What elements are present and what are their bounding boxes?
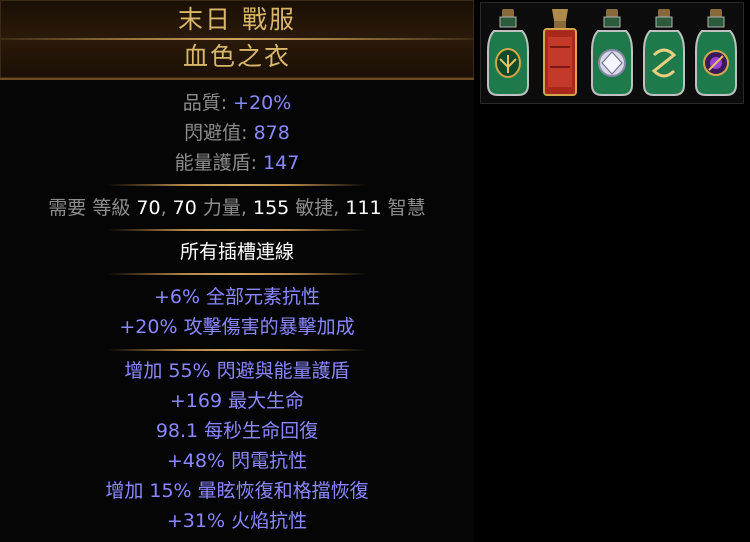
item-tooltip: 末日 戰服 血色之衣 品質: +20% 閃避值: 878 能量護盾: 147 需… [0, 0, 474, 542]
section-divider [107, 273, 367, 275]
explicit-mod: +48% 閃電抗性 [166, 450, 308, 472]
green-diamond-flask-icon[interactable] [588, 7, 636, 99]
explicit-mods: 增加 55% 閃避與能量護盾 +169 最大生命 98.1 每秒生命回復 +48… [0, 356, 474, 536]
explicit-mod: 增加 55% 閃避與能量護盾 [124, 360, 350, 382]
property-label: 品質: [182, 92, 234, 114]
item-requirements: 需要 等級 70, 70 力量, 155 敏捷, 111 智慧 [0, 193, 474, 223]
requirement-str-label: 力量, [196, 197, 253, 219]
item-header: 末日 戰服 血色之衣 [0, 0, 474, 80]
section-divider [107, 229, 367, 231]
requirement-int-label: 智慧 [381, 197, 426, 219]
item-base-name: 血色之衣 [182, 42, 291, 71]
green-swirl-flask-icon[interactable] [640, 7, 688, 99]
property-value: 147 [263, 152, 300, 174]
requirements-prefix: 需要 [48, 197, 93, 219]
requirement-int-value: 111 [345, 197, 382, 219]
requirement-dex-label: 敏捷, [289, 197, 346, 219]
property-value: +20% [233, 92, 292, 114]
item-properties: 品質: +20% 閃避值: 878 能量護盾: 147 [0, 88, 474, 178]
green-purple-gem-flask-icon[interactable] [692, 7, 740, 99]
explicit-mod: +31% 火焰抗性 [166, 510, 308, 532]
flask-belt [480, 2, 744, 104]
sockets-section: 所有插槽連線 [0, 237, 474, 267]
explicit-mod: 增加 15% 暈眩恢復和格擋恢復 [105, 480, 369, 502]
sockets-text: 所有插槽連線 [179, 241, 294, 263]
requirement-dex-value: 155 [252, 197, 290, 219]
implicit-mod: +6% 全部元素抗性 [153, 286, 321, 308]
requirements-row: 需要 等級 70, 70 力量, 155 敏捷, 111 智慧 [0, 193, 474, 223]
implicit-mods: +6% 全部元素抗性 +20% 攻擊傷害的暴擊加成 [0, 282, 474, 342]
section-divider [107, 184, 367, 186]
requirement-level-value: 70 [136, 197, 161, 219]
implicit-mod: +20% 攻擊傷害的暴擊加成 [119, 316, 355, 338]
requirement-str-value: 70 [172, 197, 197, 219]
property-label: 能量護盾: [174, 152, 264, 174]
explicit-mod: 98.1 每秒生命回復 [155, 420, 319, 442]
property-energy-shield: 能量護盾: 147 [0, 148, 474, 178]
property-value: 878 [253, 122, 290, 144]
explicit-mod: +169 最大生命 [169, 390, 305, 412]
property-quality: 品質: +20% [0, 88, 474, 118]
requirement-separator: , [160, 197, 173, 219]
property-label: 閃避值: [184, 122, 254, 144]
red-rectangular-flask-icon[interactable] [536, 7, 584, 99]
requirement-level-label: 等級 [92, 197, 137, 219]
property-evasion: 閃避值: 878 [0, 118, 474, 148]
item-name-line1: 末日 戰服 [178, 5, 296, 34]
green-flask-icon[interactable] [484, 7, 532, 99]
section-divider [107, 349, 367, 351]
